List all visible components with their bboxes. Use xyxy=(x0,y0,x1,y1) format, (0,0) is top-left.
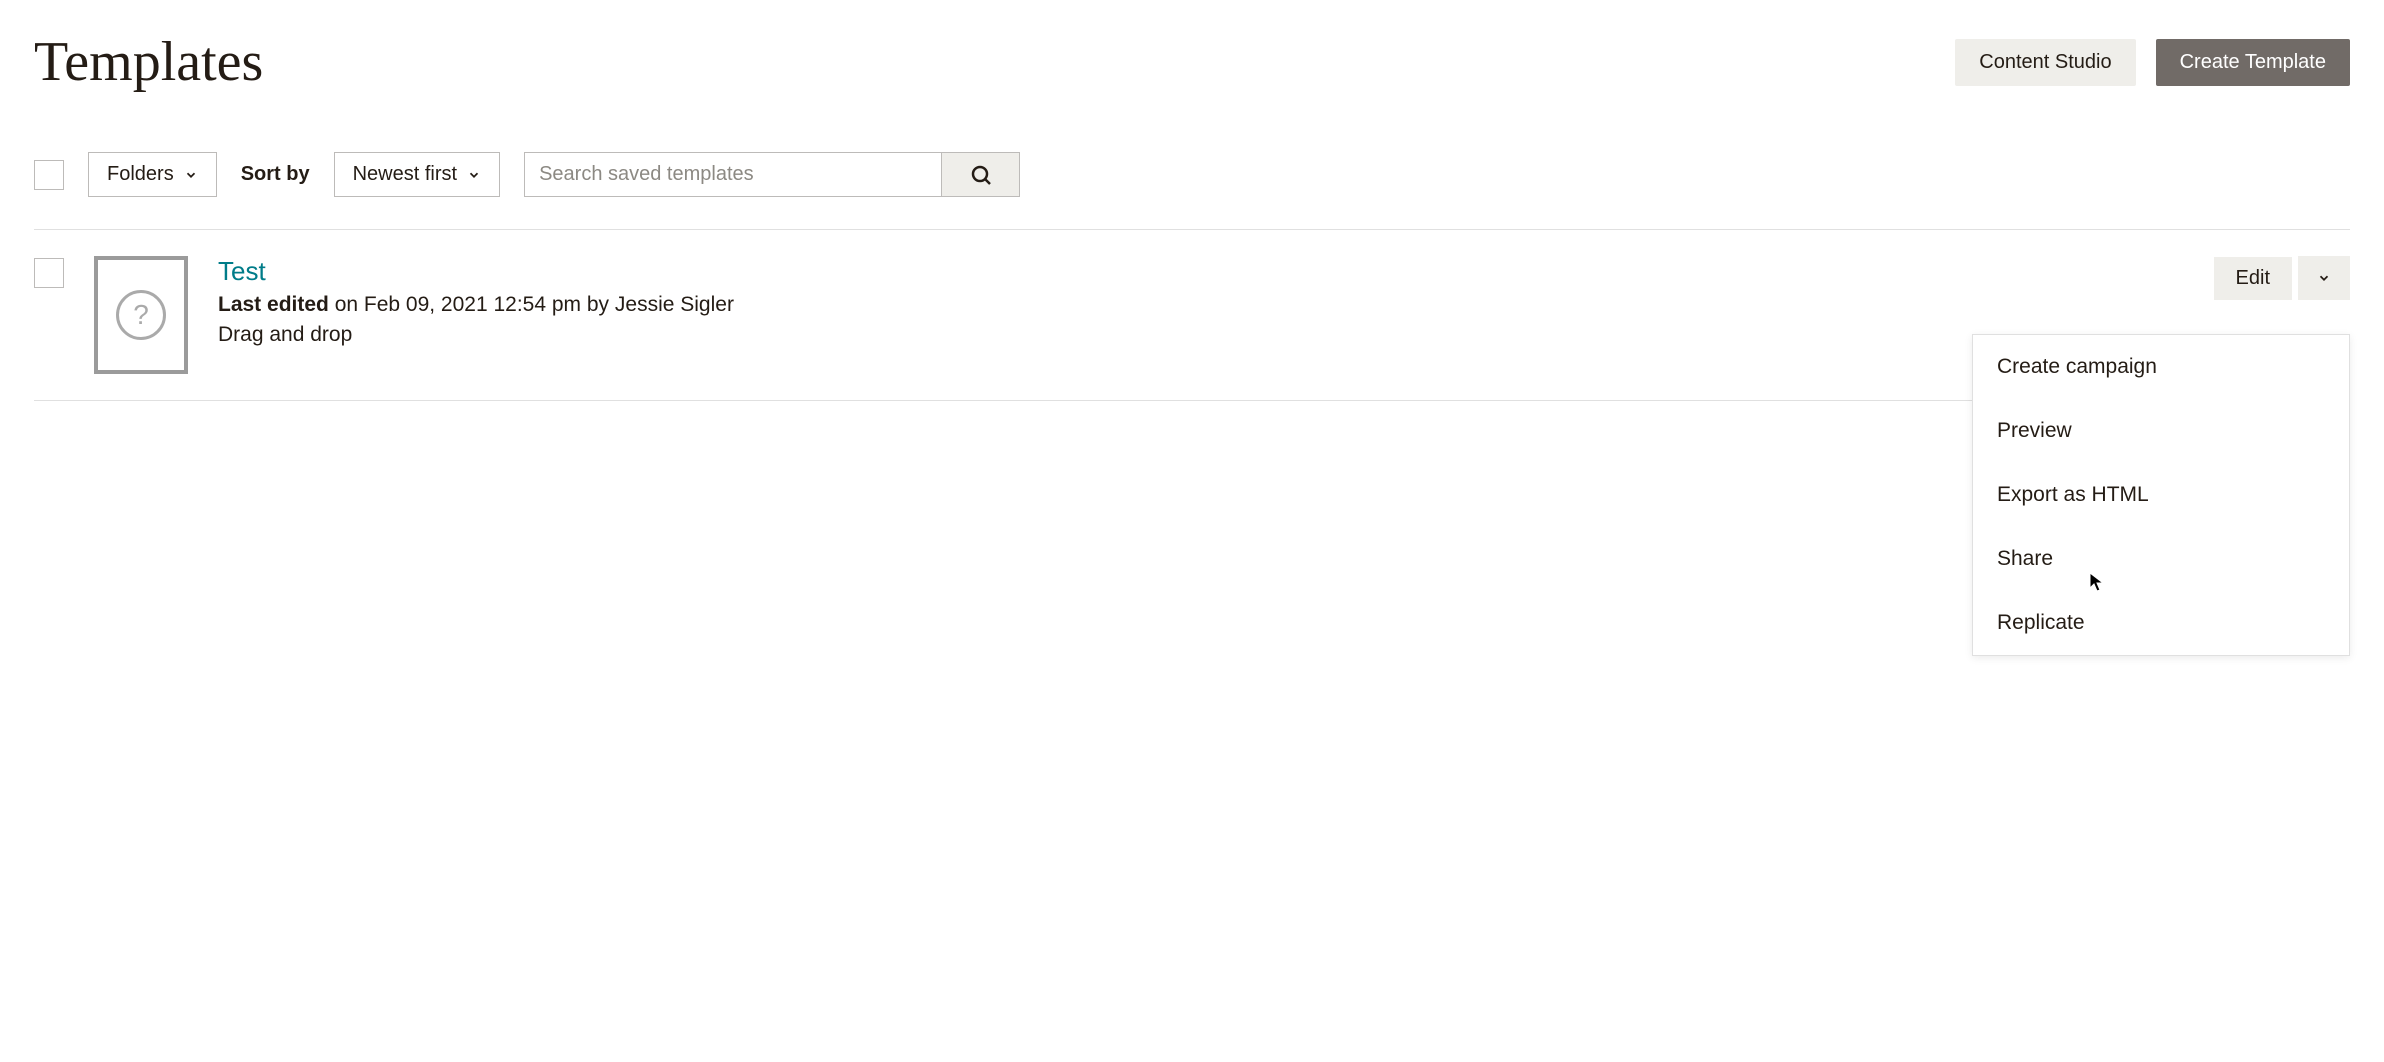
search-button[interactable] xyxy=(942,152,1020,197)
search-input[interactable] xyxy=(524,152,942,197)
chevron-down-icon xyxy=(184,168,198,182)
header-actions: Content Studio Create Template xyxy=(1955,39,2350,86)
content-studio-button[interactable]: Content Studio xyxy=(1955,39,2135,86)
template-row: ? Test Last edited on Feb 09, 2021 12:54… xyxy=(34,230,2350,401)
dropdown-item-preview[interactable]: Preview xyxy=(1973,399,2349,463)
sort-value: Newest first xyxy=(353,163,457,186)
create-template-button[interactable]: Create Template xyxy=(2156,39,2350,86)
question-mark-icon: ? xyxy=(116,290,166,340)
sort-by-label: Sort by xyxy=(241,163,310,186)
template-thumbnail[interactable]: ? xyxy=(94,256,188,374)
search-icon xyxy=(969,163,993,187)
select-all-checkbox[interactable] xyxy=(34,160,64,190)
toolbar: Folders Sort by Newest first xyxy=(34,152,2350,230)
template-name-link[interactable]: Test xyxy=(218,256,2350,287)
row-checkbox[interactable] xyxy=(34,258,64,288)
actions-dropdown: Create campaign Preview Export as HTML S… xyxy=(1972,334,2350,656)
chevron-down-icon xyxy=(2317,271,2331,285)
last-edited-label: Last edited xyxy=(218,293,329,316)
more-actions-button[interactable] xyxy=(2298,256,2350,300)
sort-select[interactable]: Newest first xyxy=(334,152,500,197)
page-title: Templates xyxy=(34,30,263,94)
page-header: Templates Content Studio Create Template xyxy=(34,30,2350,94)
dropdown-item-share[interactable]: Share xyxy=(1973,527,2349,591)
edit-button[interactable]: Edit xyxy=(2214,257,2292,300)
dropdown-item-replicate[interactable]: Replicate xyxy=(1973,591,2349,655)
row-actions: Edit Create campaign Preview Export as H… xyxy=(2214,256,2350,300)
template-meta: Last edited on Feb 09, 2021 12:54 pm by … xyxy=(218,293,2350,317)
dropdown-item-export-html[interactable]: Export as HTML xyxy=(1973,463,2349,527)
dropdown-item-create-campaign[interactable]: Create campaign xyxy=(1973,335,2349,399)
search-group xyxy=(524,152,1020,197)
last-edited-value: on Feb 09, 2021 12:54 pm by Jessie Sigle… xyxy=(329,293,734,316)
row-checkbox-wrap xyxy=(34,256,64,288)
folders-select[interactable]: Folders xyxy=(88,152,217,197)
folders-label: Folders xyxy=(107,163,174,186)
chevron-down-icon xyxy=(467,168,481,182)
